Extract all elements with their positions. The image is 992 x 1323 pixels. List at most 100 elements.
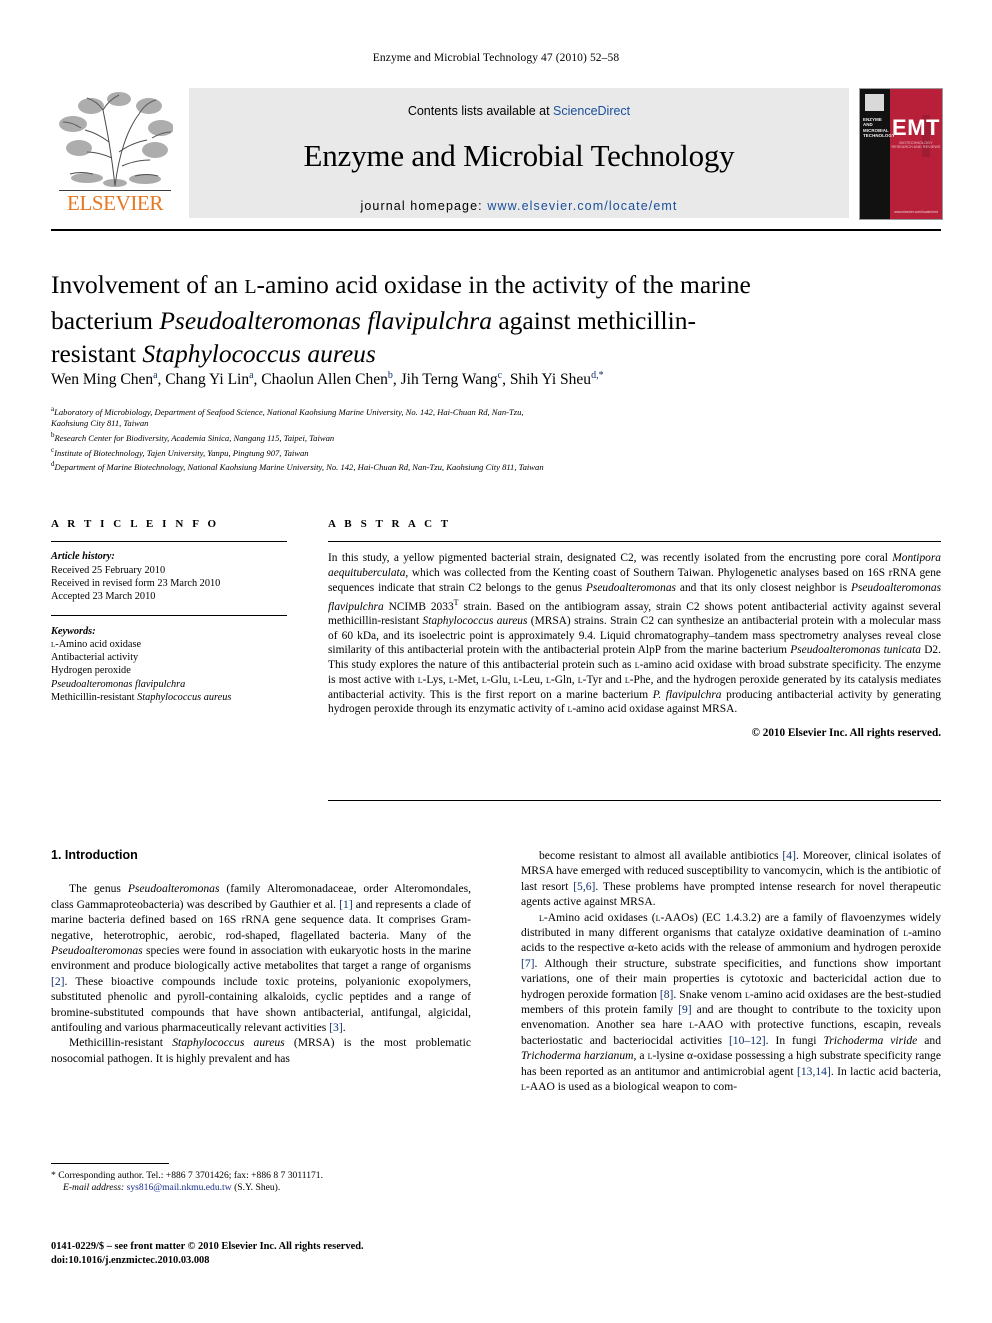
- author-name: Chang Yi Lin: [165, 371, 250, 389]
- paragraph: The genus Pseudoalteromonas (family Alte…: [51, 882, 471, 1035]
- author-name: Jih Terng Wang: [400, 371, 498, 389]
- keyword-item: Methicillin-resistant Staphylococcus aur…: [51, 692, 232, 704]
- keyword-item: Pseudoalteromonas flavipulchra: [51, 678, 186, 690]
- cover-publisher-logo-icon: [865, 94, 884, 111]
- email-link[interactable]: sys816@mail.nkmu.edu.tw: [127, 1182, 232, 1193]
- abstract-heading: A B S T R A C T: [328, 518, 452, 530]
- keyword-item: Hydrogen peroxide: [51, 665, 131, 677]
- corresponding-author-note: * Corresponding author. Tel.: +886 7 370…: [51, 1170, 324, 1181]
- history-line: Accepted 23 March 2010: [51, 591, 156, 603]
- author-affiliation-marker: c: [497, 370, 503, 381]
- doi-line: doi:10.1016/j.enzmictec.2010.03.008: [51, 1254, 210, 1266]
- author-name: Wen Ming Chen: [51, 371, 154, 389]
- citation-reference[interactable]: [9]: [678, 1003, 692, 1016]
- journal-cover-thumbnail: ENZYME AND MICROBIAL TECHNOLOGY EMT BIOT…: [859, 88, 943, 220]
- citation-reference[interactable]: [13,14]: [797, 1065, 831, 1078]
- affiliation-marker: d: [51, 459, 55, 468]
- paragraph: l-Amino acid oxidases (l-AAOs) (EC 1.4.3…: [521, 910, 942, 1094]
- homepage-url-link[interactable]: www.elsevier.com/locate/emt: [487, 199, 677, 213]
- keyword-item: Antibacterial activity: [51, 652, 139, 664]
- elsevier-logo: ELSEVIER: [51, 88, 179, 218]
- elsevier-tree-icon: [57, 90, 174, 188]
- keyword-item: l-Amino acid oxidase: [51, 638, 142, 650]
- email-label: E-mail address:: [63, 1182, 125, 1194]
- journal-homepage-line: journal homepage: www.elsevier.com/locat…: [189, 199, 849, 213]
- paragraph: Methicillin-resistant Staphylococcus aur…: [51, 1036, 471, 1065]
- article-info-heading: A R T I C L E I N F O: [51, 518, 220, 530]
- affiliation-line: cInstitute of Biotechnology, Tajen Unive…: [51, 445, 309, 458]
- citation-reference[interactable]: [3]: [329, 1021, 343, 1034]
- affiliation-marker: b: [51, 431, 55, 440]
- homepage-label: journal homepage:: [360, 199, 483, 213]
- history-line: Received in revised form 23 March 2010: [51, 577, 221, 589]
- introduction-heading: 1. Introduction: [51, 848, 138, 862]
- author-affiliation-marker: a: [153, 370, 158, 381]
- abstract-text: In this study, a yellow pigmented bacter…: [328, 552, 942, 716]
- citation-reference[interactable]: [8]: [660, 988, 674, 1001]
- journal-banner: Contents lists available at ScienceDirec…: [189, 88, 849, 218]
- cover-acronym: EMT: [892, 115, 940, 140]
- page-title: Involvement of an L-amino acid oxidase i…: [51, 268, 751, 370]
- author-affiliation-marker: d,*: [591, 370, 604, 381]
- title-species-1: Pseudoalteromonas flavipulchra: [159, 306, 492, 335]
- affiliation-list: aLaboratory of Microbiology, Department …: [51, 404, 941, 473]
- journal-title: Enzyme and Microbial Technology: [303, 138, 735, 173]
- introduction-column-right: become resistant to almost all available…: [521, 848, 941, 1095]
- sciencedirect-link[interactable]: ScienceDirect: [553, 104, 630, 118]
- keyword-lines: l-Amino acid oxidase Antibacterial activi…: [51, 638, 287, 704]
- article-info-rule-mid: [51, 614, 287, 616]
- email-note: E-mail address: sys816@mail.nkmu.edu.tw …: [51, 1182, 471, 1194]
- author-name: Chaolun Allen Chen: [261, 371, 388, 389]
- author-affiliation-marker: b: [387, 370, 393, 381]
- affiliation-marker: a: [51, 405, 55, 413]
- intro-left-paragraphs: The genus Pseudoalteromonas (family Alte…: [51, 881, 471, 1066]
- journal-masthead: ELSEVIER Contents lists available at Sci…: [51, 88, 943, 220]
- paragraph: become resistant to almost all available…: [521, 849, 942, 909]
- abstract-copyright: © 2010 Elsevier Inc. All rights reserved…: [751, 726, 941, 739]
- citation-reference[interactable]: [7]: [521, 957, 535, 970]
- abstract-rule-bottom: [328, 800, 941, 801]
- introduction-column-left: 1. Introduction The genus Pseudoalteromo…: [51, 848, 471, 1066]
- citation-reference[interactable]: [4]: [782, 849, 796, 862]
- cover-journal-name: ENZYME AND MICROBIAL TECHNOLOGY: [863, 117, 895, 139]
- contents-available-line: Contents lists available at ScienceDirec…: [189, 104, 849, 118]
- imprint-block: 0141-0229/$ – see front matter © 2010 El…: [51, 1240, 511, 1267]
- citation-reference[interactable]: [2]: [51, 975, 65, 988]
- keywords-label: Keywords:: [51, 625, 96, 637]
- abstract-rule-top: [328, 541, 941, 543]
- contents-prefix: Contents lists available at: [407, 104, 554, 118]
- cover-right-panel: [890, 89, 942, 219]
- history-lines: Received 25 February 2010 Received in rev…: [51, 564, 287, 604]
- affiliation-marker: c: [51, 445, 55, 454]
- cover-tagline: BIOTECHNOLOGY RESEARCH AND REVIEWS: [891, 141, 941, 149]
- masthead-divider: [51, 229, 941, 231]
- author-list: Wen Ming Chena, Chang Yi Lina, Chaolun A…: [51, 370, 604, 389]
- affiliation-line: bResearch Center for Biodiversity, Acade…: [51, 431, 335, 443]
- paper-page: Enzyme and Microbial Technology 47 (2010…: [0, 0, 992, 1323]
- footnote-block: * Corresponding author. Tel.: +886 7 370…: [51, 1170, 471, 1195]
- running-head: Enzyme and Microbial Technology 47 (2010…: [372, 52, 620, 64]
- footnote-divider: [51, 1163, 169, 1164]
- article-history-label: Article history:: [51, 551, 115, 563]
- history-line: Received 25 February 2010: [51, 564, 166, 576]
- affiliation-line: dDepartment of Marine Biotechnology, Nat…: [51, 459, 544, 472]
- affiliation-line: aLaboratory of Microbiology, Department …: [51, 405, 524, 417]
- citation-reference[interactable]: [10–12]: [729, 1034, 766, 1047]
- citation-reference[interactable]: [5,6]: [573, 880, 595, 893]
- cover-url: www.elsevier.com/locate/emt: [894, 210, 938, 214]
- email-suffix: (S.Y. Sheu).: [234, 1182, 281, 1194]
- author-name: Shih Yi Sheu: [509, 371, 592, 389]
- article-history: Article history: Received 25 February 20…: [51, 550, 287, 603]
- article-info-rule-top: [51, 541, 287, 543]
- title-l-prefix: L: [244, 276, 257, 298]
- title-species-2: Staphylococcus aureus: [142, 339, 376, 368]
- intro-right-paragraphs: become resistant to almost all available…: [521, 848, 941, 1095]
- title-part-1: Involvement of an: [51, 270, 245, 299]
- citation-reference[interactable]: [1]: [339, 898, 353, 911]
- issn-front-matter: 0141-0229/$ – see front matter © 2010 El…: [51, 1241, 364, 1252]
- keywords-block: Keywords: l-Amino acid oxidase Antibacter…: [51, 625, 287, 705]
- author-affiliation-marker: a: [249, 370, 254, 381]
- elsevier-wordmark: ELSEVIER: [67, 191, 163, 215]
- abstract-block: A B S T R A C T In this study, a yellow …: [328, 518, 941, 739]
- article-info-block: A R T I C L E I N F O Article history: R…: [51, 518, 287, 704]
